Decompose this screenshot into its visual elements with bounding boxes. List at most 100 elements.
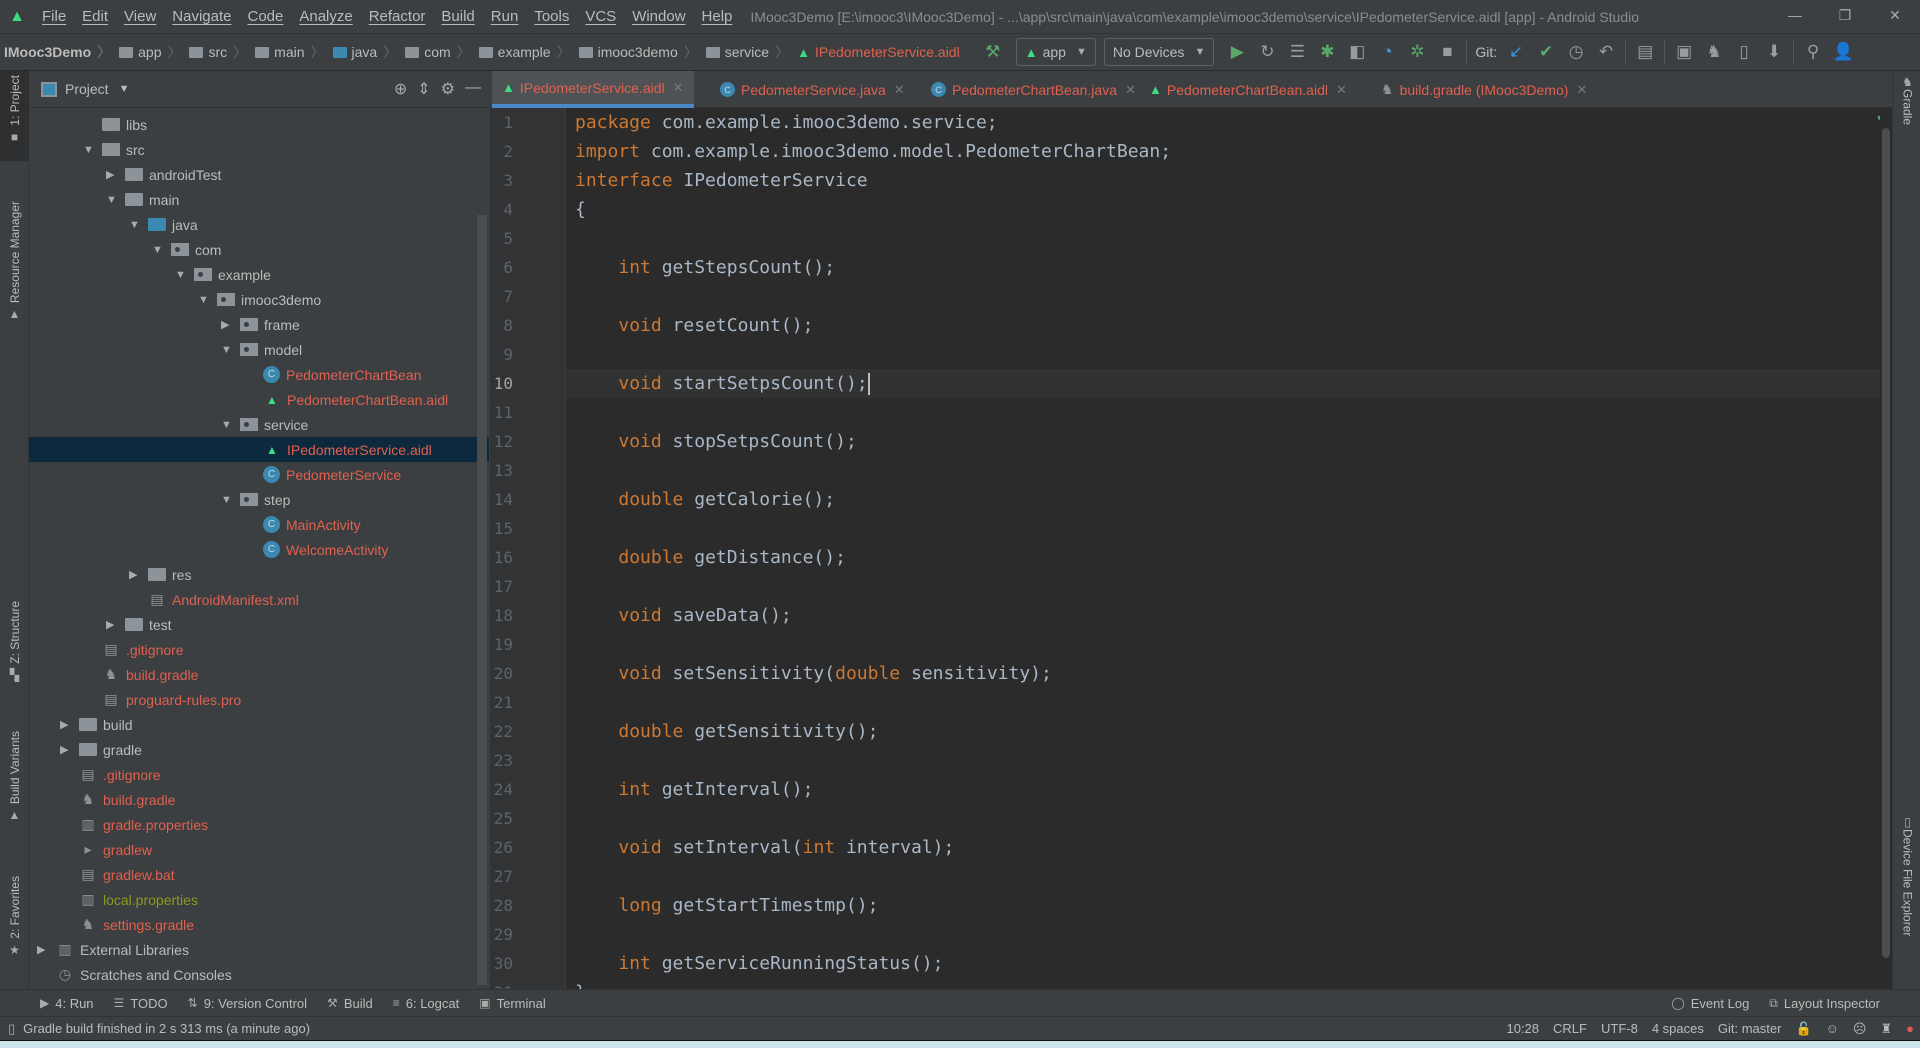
apply-changes-icon[interactable]: ↻ — [1252, 37, 1282, 67]
code-line[interactable] — [566, 282, 1880, 311]
menu-build[interactable]: Build — [433, 8, 482, 25]
collapsed-arrow-icon[interactable]: ▶ — [221, 318, 240, 331]
code-line[interactable]: double getDistance(); — [566, 543, 1880, 572]
menu-vcs[interactable]: VCS — [577, 8, 624, 25]
profiler-gauge-icon[interactable]: ◔ — [1372, 37, 1402, 67]
tab-pedometerservice-java[interactable]: C PedometerService.java ✕ — [710, 71, 915, 108]
code-line[interactable] — [566, 456, 1880, 485]
gear-icon[interactable]: ⚙ — [441, 79, 455, 99]
tree-item[interactable]: ▶ build — [29, 712, 489, 737]
expanded-arrow-icon[interactable]: ▼ — [152, 244, 171, 256]
code-line[interactable] — [566, 804, 1880, 833]
caret-position[interactable]: 10:28 — [1506, 1021, 1539, 1036]
breadcrumb-item[interactable]: app 〉 — [115, 42, 185, 62]
project-tree-scrollbar[interactable] — [477, 215, 487, 985]
code-line[interactable]: double getCalorie(); — [566, 485, 1880, 514]
tree-item[interactable]: ▼ java — [29, 212, 489, 237]
tree-item[interactable]: ♞ build.gradle — [29, 662, 489, 687]
menu-tools[interactable]: Tools — [526, 8, 577, 25]
device-manager-icon[interactable]: ▯ — [1729, 37, 1759, 67]
code-line[interactable]: long getStartTimestmp(); — [566, 891, 1880, 920]
expanded-arrow-icon[interactable]: ▼ — [221, 494, 240, 506]
debug-icon[interactable]: ✱ — [1312, 37, 1342, 67]
make-project-hammer-icon[interactable]: ⚒ — [978, 37, 1008, 67]
breadcrumb-item[interactable]: ▲ IPedometerService.aidl — [793, 44, 964, 60]
code-line[interactable]: import com.example.imooc3demo.model.Pedo… — [566, 137, 1880, 166]
tree-item[interactable]: ▶ res — [29, 562, 489, 587]
tree-item[interactable]: C WelcomeActivity — [29, 537, 489, 562]
menu-run[interactable]: Run — [483, 8, 527, 25]
tree-item[interactable]: ▸ gradlew — [29, 837, 489, 862]
code-line[interactable] — [566, 688, 1880, 717]
close-button[interactable]: ✕ — [1870, 0, 1920, 30]
close-tab-icon[interactable]: ✕ — [1125, 82, 1136, 98]
tree-item[interactable]: ▼ src — [29, 137, 489, 162]
code-line[interactable]: package com.example.imooc3demo.service; — [566, 108, 1880, 137]
tree-item[interactable]: ▶ gradle — [29, 737, 489, 762]
tab-build-gradle-imooc3demo-[interactable]: ♞ build.gradle (IMooc3Demo) ✕ — [1371, 71, 1597, 108]
git-rollback-icon[interactable]: ↶ — [1591, 37, 1621, 67]
collapsed-arrow-icon[interactable]: ▶ — [129, 568, 148, 581]
stripe-favorites[interactable]: 2: Favorites ★ — [0, 876, 29, 957]
sad-feedback-icon[interactable]: ☹ — [1853, 1021, 1867, 1037]
run-icon[interactable]: ▶ — [1222, 37, 1252, 67]
tool-window-terminal[interactable]: ▣ Terminal — [469, 996, 555, 1011]
tree-item[interactable]: ▥ gradle.properties — [29, 812, 489, 837]
tree-item[interactable]: ▶ frame — [29, 312, 489, 337]
tree-item[interactable]: ▼ com — [29, 237, 489, 262]
collapsed-arrow-icon[interactable]: ▶ — [60, 718, 79, 731]
code-line[interactable]: void setInterval(int interval); — [566, 833, 1880, 862]
menu-file[interactable]: File — [34, 8, 74, 25]
error-notification-icon[interactable]: ● — [1906, 1021, 1914, 1036]
code-line[interactable] — [566, 630, 1880, 659]
collapsed-arrow-icon[interactable]: ▶ — [106, 168, 125, 181]
code-line[interactable]: void startSetpsCount(); — [566, 369, 1880, 398]
collapse-all-icon[interactable]: ⇕ — [417, 79, 430, 99]
tree-item[interactable]: ▥ local.properties — [29, 887, 489, 912]
breadcrumb-item[interactable]: example 〉 — [475, 42, 575, 62]
breadcrumb-item[interactable]: IMooc3Demo 〉 — [0, 42, 115, 62]
close-tab-icon[interactable]: ✕ — [673, 80, 684, 96]
code-line[interactable]: void saveData(); — [566, 601, 1880, 630]
tab-pedometerchartbean-java[interactable]: C PedometerChartBean.java ✕ — [921, 71, 1146, 108]
stripe-resource-manager[interactable]: Resource Manager ▲ — [0, 201, 29, 321]
breadcrumb-item[interactable]: service 〉 — [702, 42, 793, 62]
tool-window-todo[interactable]: ☰ TODO — [104, 996, 178, 1011]
tree-item[interactable]: ▲ PedometerChartBean.aidl — [29, 387, 489, 412]
code-editor[interactable]: package com.example.imooc3demo.service; i… — [566, 108, 1880, 989]
tool-window-build[interactable]: ⚒ Build — [317, 996, 383, 1011]
menu-edit[interactable]: Edit — [74, 8, 116, 25]
code-line[interactable]: void setSensitivity(double sensitivity); — [566, 659, 1880, 688]
sdk-manager-icon[interactable]: ⬇ — [1759, 37, 1789, 67]
tree-item[interactable]: ▤ .gitignore — [29, 637, 489, 662]
menu-navigate[interactable]: Navigate — [164, 8, 239, 25]
close-tab-icon[interactable]: ✕ — [1336, 82, 1347, 98]
scrollbar-thumb[interactable] — [1882, 128, 1890, 958]
expanded-arrow-icon[interactable]: ▼ — [221, 344, 240, 356]
code-line[interactable]: } — [566, 978, 1880, 989]
tree-item[interactable]: libs — [29, 112, 489, 137]
expanded-arrow-icon[interactable]: ▼ — [83, 144, 102, 156]
minimize-button[interactable]: — — [1770, 0, 1820, 30]
tool-window-9-version-control[interactable]: ⇅ 9: Version Control — [178, 996, 317, 1011]
gradle-sync-icon[interactable]: ♞ — [1699, 37, 1729, 67]
git-update-icon[interactable]: ↙ — [1501, 37, 1531, 67]
search-icon[interactable]: ⚲ — [1798, 37, 1828, 67]
expanded-arrow-icon[interactable]: ▼ — [106, 194, 125, 206]
menu-refactor[interactable]: Refactor — [361, 8, 434, 25]
indent-setting[interactable]: 4 spaces — [1652, 1021, 1704, 1036]
expanded-arrow-icon[interactable]: ▼ — [221, 419, 240, 431]
menu-window[interactable]: Window — [624, 8, 693, 25]
code-line[interactable] — [566, 340, 1880, 369]
tree-item[interactable]: ▤ gradlew.bat — [29, 862, 489, 887]
code-line[interactable] — [566, 746, 1880, 775]
expanded-arrow-icon[interactable]: ▼ — [175, 269, 194, 281]
code-line[interactable]: { — [566, 195, 1880, 224]
tree-item[interactable]: ▼ step — [29, 487, 489, 512]
attach-debugger-icon[interactable]: ✲ — [1402, 37, 1432, 67]
code-line[interactable] — [566, 514, 1880, 543]
tool-window-event-log[interactable]: ◯ Event Log — [1661, 996, 1759, 1011]
git-branch[interactable]: Git: master — [1718, 1021, 1782, 1036]
code-line[interactable]: double getSensitivity(); — [566, 717, 1880, 746]
code-line[interactable] — [566, 224, 1880, 253]
